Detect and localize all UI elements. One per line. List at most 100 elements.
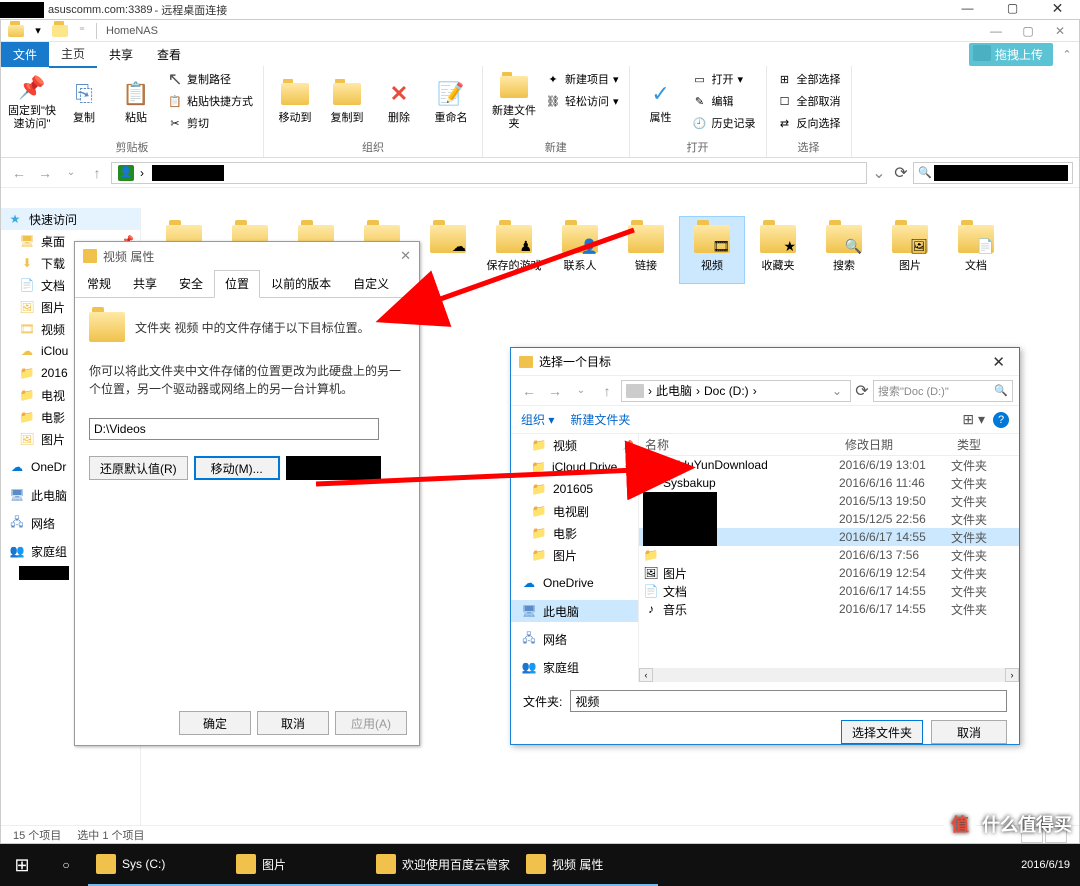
close-button[interactable]: ✕ xyxy=(400,248,411,264)
folder-item[interactable]: 🖼图片 xyxy=(877,216,943,284)
h-scrollbar[interactable]: ‹› xyxy=(639,668,1019,682)
easy-access[interactable]: ⛓轻松访问 ▾ xyxy=(541,90,623,112)
paste-button[interactable]: 📋粘贴 xyxy=(111,68,161,134)
taskbar-app[interactable]: 图片 xyxy=(228,844,368,886)
clock[interactable]: 2016/6/19 xyxy=(1011,859,1080,871)
minimize-button[interactable]: — xyxy=(945,0,990,19)
ok-button[interactable]: 确定 xyxy=(179,711,251,735)
folder-item[interactable]: 📄文档 xyxy=(943,216,1009,284)
list-row[interactable]: 📄文档2016/6/17 14:55文件夹 xyxy=(639,582,1019,600)
address-field[interactable]: ›此电脑 ›Doc (D:) › ⌄ xyxy=(621,380,851,402)
col-date[interactable]: 修改日期 xyxy=(839,436,951,453)
close-button[interactable]: ✕ xyxy=(986,353,1011,371)
prop-tab[interactable]: 共享 xyxy=(122,270,168,297)
search-field[interactable]: 搜索"Doc (D:)" 🔍 xyxy=(873,380,1013,402)
prop-tab[interactable]: 以前的版本 xyxy=(260,270,342,297)
prop-tab[interactable]: 常规 xyxy=(76,270,122,297)
bd-sidebar-item[interactable]: 📁视频📌 xyxy=(511,434,638,456)
search-field[interactable]: 🔍 xyxy=(913,162,1073,184)
inner-maximize[interactable]: ▢ xyxy=(1013,21,1043,41)
help-button[interactable]: ? xyxy=(993,412,1009,428)
properties-button[interactable]: ✓属性 xyxy=(636,68,686,134)
select-none[interactable]: ☐全部取消 xyxy=(773,90,845,112)
bd-sidebar-item[interactable]: 📁iCloud Drive📌 xyxy=(511,456,638,478)
apply-button[interactable]: 应用(A) xyxy=(335,711,407,735)
folder-icon[interactable] xyxy=(5,21,27,41)
bd-sidebar-item[interactable]: 📁201605 xyxy=(511,478,638,500)
cancel-button[interactable]: 取消 xyxy=(931,720,1007,744)
copy-path[interactable]: ↖复制路径 xyxy=(163,68,257,90)
prop-tab[interactable]: 位置 xyxy=(214,270,260,298)
edit-button[interactable]: ✎编辑 xyxy=(688,90,760,112)
folder-item[interactable]: ☁ xyxy=(415,216,481,284)
bd-sidebar-item[interactable]: 📁电影 xyxy=(511,522,638,544)
select-folder-button[interactable]: 选择文件夹 xyxy=(841,720,923,744)
tab-home[interactable]: 主页 xyxy=(49,41,97,68)
folder-item[interactable]: ★收藏夹 xyxy=(745,216,811,284)
new-folder[interactable]: 新建文件夹 xyxy=(489,68,539,134)
back-button[interactable]: ← xyxy=(517,379,541,403)
cut-button[interactable]: ✂剪切 xyxy=(163,112,257,134)
qat-menu[interactable]: ⁼ xyxy=(71,21,93,41)
bd-onedrive[interactable]: ☁OneDrive xyxy=(511,572,638,594)
recent-dropdown[interactable]: ⌄ xyxy=(59,161,83,185)
cortana-button[interactable]: ○ xyxy=(44,844,88,886)
list-row[interactable]: 📁2016/6/13 7:56文件夹 xyxy=(639,546,1019,564)
forward-button[interactable]: → xyxy=(33,161,57,185)
new-item[interactable]: ✦新建项目 ▾ xyxy=(541,68,623,90)
pin-to-quick-access[interactable]: 📌固定到"快速访问" xyxy=(7,68,57,134)
folder-item[interactable]: ♟保存的游戏 xyxy=(481,216,547,284)
open-button[interactable]: ▭打开 ▾ xyxy=(688,68,760,90)
copy-button[interactable]: ⎘复制 xyxy=(59,68,109,134)
ribbon-collapse[interactable]: ⌃ xyxy=(1061,48,1073,61)
list-row[interactable]: 📁Sysbakup2016/6/16 11:46文件夹 xyxy=(639,474,1019,492)
list-row[interactable]: 📁BaiduYunDownload2016/6/19 13:01文件夹 xyxy=(639,456,1019,474)
invert-selection[interactable]: ⇄反向选择 xyxy=(773,112,845,134)
find-target-button[interactable]: 查找目标(F)... xyxy=(286,456,381,480)
path-input[interactable] xyxy=(89,418,379,440)
refresh-button[interactable]: ⟳ xyxy=(891,163,911,183)
recent-dropdown[interactable]: ⌄ xyxy=(569,379,593,403)
new-folder-button[interactable]: 新建文件夹 xyxy=(570,411,630,428)
close-button[interactable]: ✕ xyxy=(1035,0,1080,19)
sidebar-quick-access[interactable]: ★快速访问 xyxy=(1,208,140,230)
folder-name-input[interactable] xyxy=(570,690,1007,712)
folder-item[interactable]: 🔍搜索 xyxy=(811,216,877,284)
start-button[interactable]: ⊞ xyxy=(0,844,44,886)
bd-homegroup[interactable]: 👥家庭组 xyxy=(511,656,638,678)
up-button[interactable]: ↑ xyxy=(85,161,109,185)
move-button[interactable]: 移动(M)... xyxy=(194,456,280,480)
history-button[interactable]: 🕘历史记录 xyxy=(688,112,760,134)
maximize-button[interactable]: ▢ xyxy=(990,0,1035,19)
list-row[interactable]: 🖼图片2016/6/19 12:54文件夹 xyxy=(639,564,1019,582)
up-button[interactable]: ↑ xyxy=(595,379,619,403)
col-type[interactable]: 类型 xyxy=(951,436,1001,453)
col-name[interactable]: 名称 xyxy=(639,436,839,453)
prop-tab[interactable]: 安全 xyxy=(168,270,214,297)
tab-file[interactable]: 文件 xyxy=(1,42,49,67)
forward-button[interactable]: → xyxy=(543,379,567,403)
qat-folder[interactable] xyxy=(49,21,71,41)
file-list[interactable]: 名称 修改日期 类型 📁BaiduYunDownload2016/6/19 13… xyxy=(639,434,1019,682)
taskbar-app[interactable]: Sys (C:) xyxy=(88,844,228,886)
cancel-button[interactable]: 取消 xyxy=(257,711,329,735)
tab-share[interactable]: 共享 xyxy=(97,42,145,67)
inner-close[interactable]: ✕ xyxy=(1045,21,1075,41)
taskbar-app[interactable]: 欢迎使用百度云管家 xyxy=(368,844,518,886)
bd-sidebar-item[interactable]: 📁电视剧 xyxy=(511,500,638,522)
inner-minimize[interactable]: — xyxy=(981,21,1011,41)
list-row[interactable]: ♪音乐2016/6/17 14:55文件夹 xyxy=(639,600,1019,618)
prop-tab[interactable]: 自定义 xyxy=(342,270,400,297)
bd-sidebar-item[interactable]: 📁图片 xyxy=(511,544,638,566)
back-button[interactable]: ← xyxy=(7,161,31,185)
folder-item[interactable]: 🎞视频 xyxy=(679,216,745,284)
address-field[interactable]: 👤 › xyxy=(111,162,867,184)
restore-default-button[interactable]: 还原默认值(R) xyxy=(89,456,188,480)
select-all[interactable]: ⊞全部选择 xyxy=(773,68,845,90)
taskbar-app[interactable]: 视频 属性 xyxy=(518,844,658,886)
delete-button[interactable]: ✕删除 xyxy=(374,68,424,134)
addr-dropdown[interactable]: ⌄ xyxy=(869,163,889,183)
tab-view[interactable]: 查看 xyxy=(145,42,193,67)
folder-item[interactable]: 链接 xyxy=(613,216,679,284)
paste-shortcut[interactable]: 📋粘贴快捷方式 xyxy=(163,90,257,112)
